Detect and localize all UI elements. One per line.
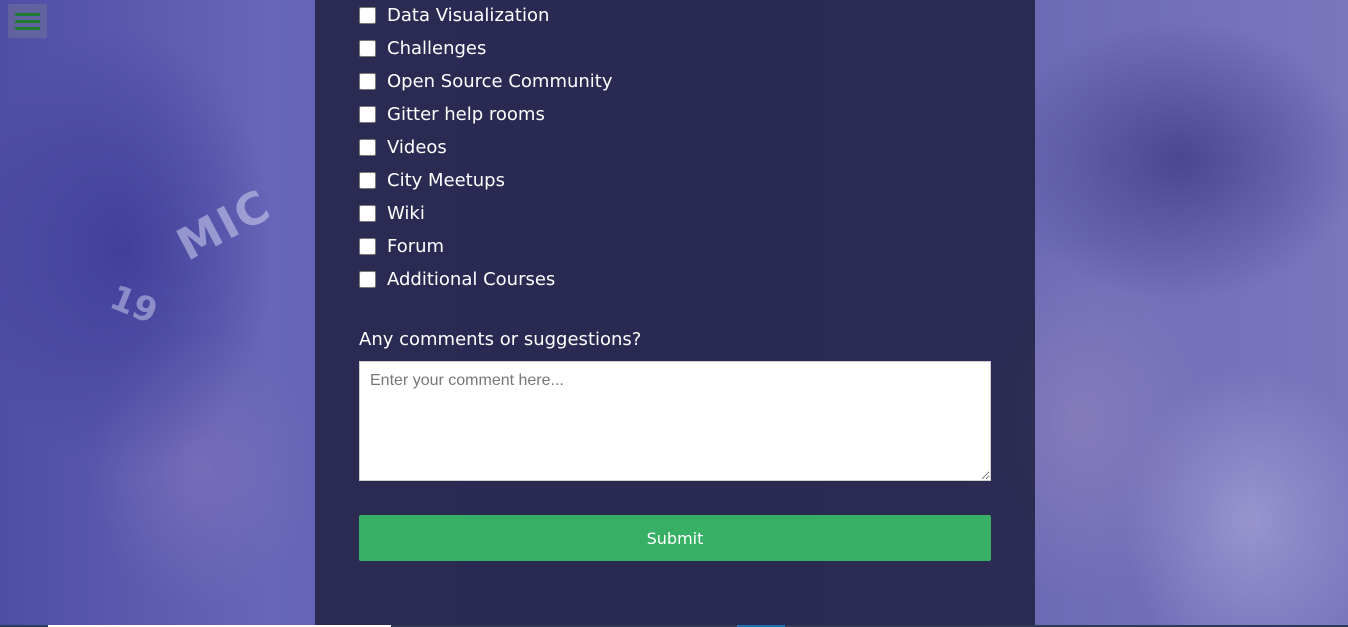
submit-button[interactable]: Submit [359,515,991,561]
checkbox-item[interactable]: Additional Courses [359,263,613,296]
hamburger-menu-button[interactable] [8,4,47,38]
checkbox[interactable] [359,7,376,24]
checkbox-item[interactable]: Open Source Community [359,65,613,98]
checkbox[interactable] [359,40,376,57]
checkbox-item[interactable]: Data Visualization [359,0,613,32]
checkbox-item[interactable]: Gitter help rooms [359,98,613,131]
checkbox-item[interactable]: Forum [359,230,613,263]
checkbox[interactable] [359,139,376,156]
checkbox[interactable] [359,73,376,90]
checkbox-item[interactable]: Videos [359,131,613,164]
comments-textarea[interactable] [359,361,991,481]
checkbox-label[interactable]: Additional Courses [387,270,555,289]
checkbox[interactable] [359,238,376,255]
checkbox-label[interactable]: City Meetups [387,171,505,190]
checkbox[interactable] [359,172,376,189]
shirt-number: 19 [104,277,164,333]
shirt-lettering: MIC [168,179,280,272]
checkbox-item[interactable]: Challenges [359,32,613,65]
checkbox-label[interactable]: Open Source Community [387,72,613,91]
checkbox[interactable] [359,106,376,123]
checkbox[interactable] [359,271,376,288]
survey-form: Data Visualization Challenges Open Sourc… [315,0,1035,625]
hamburger-line [15,20,40,23]
checkbox-label[interactable]: Challenges [387,39,486,58]
checkbox-item[interactable]: City Meetups [359,164,613,197]
comments-label: Any comments or suggestions? [359,329,642,350]
checkbox-label[interactable]: Data Visualization [387,6,549,25]
checkbox[interactable] [359,205,376,222]
checkbox-label[interactable]: Videos [387,138,447,157]
hamburger-line [15,27,40,30]
checkbox-label[interactable]: Gitter help rooms [387,105,545,124]
checkbox-group: Data Visualization Challenges Open Sourc… [359,0,613,296]
checkbox-label[interactable]: Forum [387,237,444,256]
hamburger-line [15,13,40,16]
checkbox-item[interactable]: Wiki [359,197,613,230]
checkbox-label[interactable]: Wiki [387,204,425,223]
